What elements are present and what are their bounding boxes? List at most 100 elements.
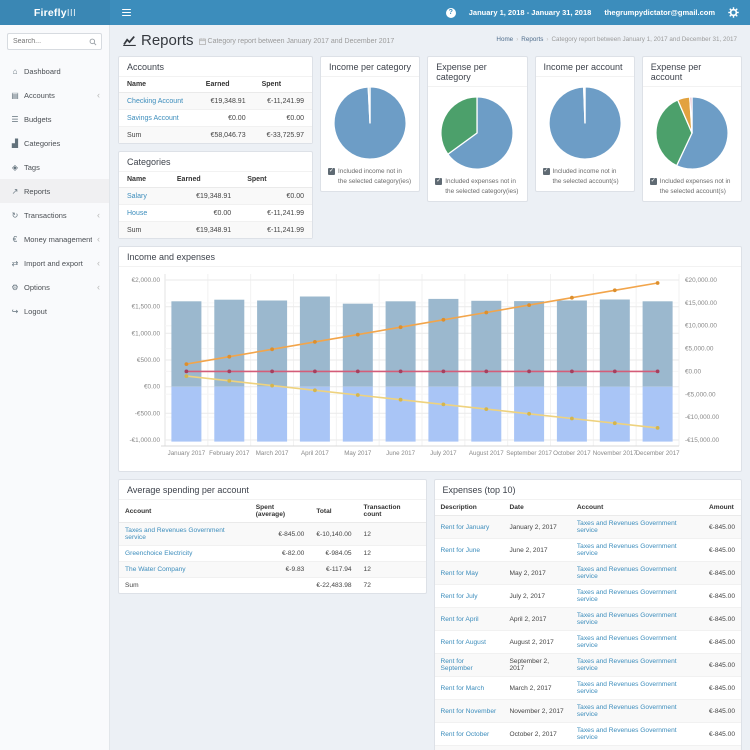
sidebar-item-accounts[interactable]: ▤ Accounts ‹ — [0, 83, 109, 107]
account-link[interactable]: Taxes and Revenues Government service — [125, 527, 225, 541]
account-link[interactable]: Greenchoice Electricity — [125, 550, 192, 557]
sum-row: Sum €-22,483.98 72 — [119, 577, 426, 593]
amount-cell: €-11,241.99 — [239, 221, 312, 238]
checkbox-checked-icon[interactable]: ✓ — [328, 168, 335, 175]
transaction-link[interactable]: Rent for May — [441, 570, 479, 577]
credit-card-icon: ▤ — [11, 90, 19, 100]
pie-checkbox-label: Included income not in the selected cate… — [338, 168, 412, 185]
point-sum-of-income — [398, 325, 403, 330]
account-link[interactable]: Taxes and Revenues Government service — [577, 704, 677, 718]
table-row: Taxes and Revenues Government service €-8… — [119, 522, 426, 546]
account-link[interactable]: Taxes and Revenues Government service — [577, 589, 677, 603]
table-row: Salary €19,348.91 €0.00 — [119, 187, 312, 205]
transaction-link[interactable]: Rent for November — [441, 708, 497, 715]
transaction-link[interactable]: Rent for March — [441, 685, 485, 692]
sidebar-item-label: Categories — [24, 138, 61, 148]
checkbox-checked-icon[interactable]: ✓ — [435, 178, 443, 185]
transaction-link[interactable]: Rent for July — [441, 593, 478, 600]
brand-logo[interactable]: Firefly III — [0, 0, 110, 25]
pie-checkbox-label: Included expenses not in the selected ac… — [659, 178, 731, 195]
checkbox-checked-icon[interactable]: ✓ — [649, 178, 657, 185]
date-cell: March 2, 2017 — [503, 676, 571, 700]
sidebar-item-transactions[interactable]: ↻ Transactions ‹ — [0, 203, 109, 227]
transaction-link[interactable]: Rent for September — [441, 658, 473, 672]
breadcrumb: Home › Reports › Category report between Jan… — [496, 36, 737, 43]
date-cell: July 2, 2017 — [503, 584, 571, 608]
breadcrumb-link[interactable]: Reports — [521, 36, 543, 43]
pie-panel-expense-per-category: Expense per category ✓ Included expenses n… — [427, 56, 528, 202]
breadcrumb-link[interactable]: Home — [496, 36, 513, 43]
search-button[interactable] — [85, 33, 102, 50]
amount-cell: €-845.00 — [702, 515, 741, 539]
column-header: Description — [434, 500, 504, 516]
sidebar-item-label: Tags — [24, 162, 40, 172]
sidebar-item-label: Dashboard — [24, 66, 61, 76]
sidebar: ⌂ Dashboard ▤ Accounts ‹ ☰ Budgets ▟ Categories ◈… — [0, 25, 110, 750]
sidebar-item-budgets[interactable]: ☰ Budgets — [0, 107, 109, 131]
sidebar-item-label: Import and export — [24, 258, 83, 268]
amount-cell: €-845.00 — [702, 653, 741, 677]
bar-income — [514, 301, 545, 387]
line-chart-icon: ↗ — [11, 186, 19, 196]
account-link[interactable]: Taxes and Revenues Government service — [577, 727, 677, 741]
account-link[interactable]: Savings Account — [127, 115, 179, 122]
account-link[interactable]: Taxes and Revenues Government service — [577, 658, 677, 672]
category-link[interactable]: Salary — [127, 193, 147, 200]
sidebar-item-logout[interactable]: ↪ Logout — [0, 299, 109, 323]
sidebar-item-label: Logout — [24, 306, 47, 316]
sidebar-item-tags[interactable]: ◈ Tags — [0, 155, 109, 179]
account-link[interactable]: Taxes and Revenues Government service — [577, 566, 677, 580]
amount-cell: €-845.00 — [702, 561, 741, 585]
account-link[interactable]: The Water Company — [125, 566, 186, 573]
transaction-link[interactable]: Rent for April — [441, 616, 479, 623]
hamburger-menu-icon[interactable] — [110, 0, 142, 25]
pie-chart — [333, 86, 407, 160]
date-range-link[interactable]: January 1, 2018 - January 31, 2018 — [469, 8, 592, 17]
point-sum-of-expenses — [270, 383, 274, 388]
table-row: Rent for January January 2, 2017 Taxes and… — [434, 515, 741, 539]
point-sum-of-income — [655, 281, 660, 285]
help-glyph: ? — [448, 9, 453, 16]
pie-chart — [655, 96, 729, 170]
account-link[interactable]: Taxes and Revenues Government service — [577, 520, 677, 534]
user-email-link[interactable]: thegrumpydictator@gmail.com — [604, 8, 715, 17]
chevron-left-icon: ‹ — [97, 89, 100, 100]
date-cell: May 2, 2017 — [503, 561, 571, 585]
checkbox-checked-icon[interactable]: ✓ — [542, 168, 550, 175]
column-header: Earned — [168, 172, 240, 188]
pie-panel-title: Expense per category — [428, 57, 527, 87]
column-header: Account — [570, 500, 703, 516]
account-link[interactable]: Taxes and Revenues Government service — [577, 543, 677, 557]
sidebar-item-money-management[interactable]: € Money management ‹ — [0, 227, 109, 251]
category-link[interactable]: House — [127, 210, 147, 217]
point-net — [570, 369, 574, 374]
sidebar-item-import-and-export[interactable]: ⇄ Import and export ‹ — [0, 251, 109, 275]
bar-expenses — [428, 386, 459, 442]
point-net — [612, 369, 617, 374]
transaction-link[interactable]: Rent for October — [441, 731, 490, 738]
point-net — [441, 369, 446, 374]
brand-bold: Firefly — [33, 6, 67, 19]
transaction-link[interactable]: Rent for January — [441, 524, 490, 531]
settings-gear-icon[interactable] — [728, 7, 739, 18]
transaction-link[interactable]: Rent for August — [441, 639, 486, 646]
chevron-left-icon: ‹ — [97, 257, 100, 268]
sidebar-item-categories[interactable]: ▟ Categories — [0, 131, 109, 155]
transaction-link[interactable]: Rent for June — [441, 547, 481, 554]
amount-cell: €-82.00 — [249, 545, 311, 562]
avg-spending-panel: Average spending per account Account Spen… — [118, 479, 427, 594]
account-link[interactable]: Taxes and Revenues Government service — [577, 681, 677, 695]
table-row: The Water Company €-9.83 €-117.94 12 — [119, 561, 426, 578]
account-link[interactable]: Taxes and Revenues Government service — [577, 635, 677, 649]
column-header: Earned — [197, 77, 254, 93]
sidebar-item-reports[interactable]: ↗ Reports — [0, 179, 109, 203]
sum-row: Sum €58,046.73 €-33,725.97 — [119, 126, 312, 143]
help-icon[interactable]: ? — [445, 7, 456, 18]
account-link[interactable]: Taxes and Revenues Government service — [577, 612, 677, 626]
chevron-left-icon: ‹ — [97, 209, 100, 220]
sidebar-item-dashboard[interactable]: ⌂ Dashboard — [0, 59, 109, 83]
bar-expenses — [257, 386, 288, 442]
search-input[interactable] — [7, 33, 85, 50]
account-link[interactable]: Checking Account — [127, 98, 183, 105]
sidebar-item-options[interactable]: ⚙ Options ‹ — [0, 275, 109, 299]
